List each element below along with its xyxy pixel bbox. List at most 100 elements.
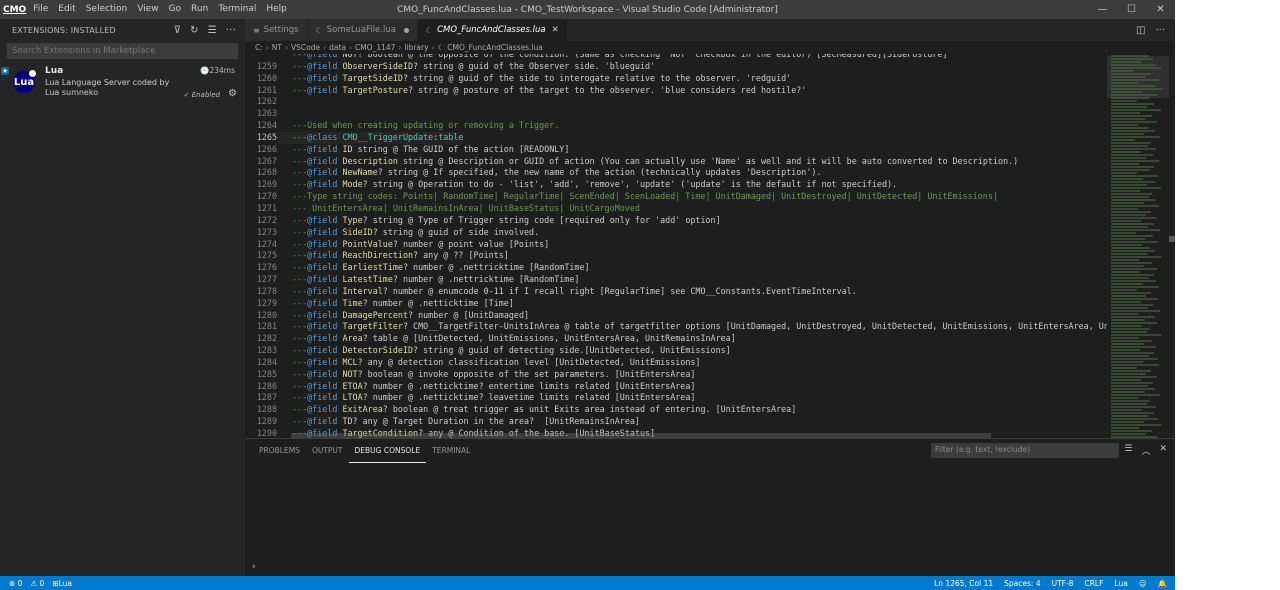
- code-line[interactable]: 1266 ---@field ID string @ The GUID of th…: [245, 144, 1107, 156]
- code-line[interactable]: 1269 ---@field Mode? string @ Operation t…: [245, 179, 1107, 191]
- code-line[interactable]: 1283 ---@field DetectorSideID? string @ g…: [245, 345, 1107, 357]
- tab-terminal[interactable]: TERMINAL: [426, 439, 476, 463]
- code-line[interactable]: ---@field NOT? boolean @ the opposite of…: [245, 54, 1107, 61]
- code-line[interactable]: 1263: [245, 108, 1107, 120]
- breadcrumb-item[interactable]: C:: [255, 43, 263, 52]
- more-actions-icon[interactable]: ···: [1155, 25, 1165, 36]
- tab-cmo-funcandclasses[interactable]: ☾ CMO_FuncAndClasses.lua ✕: [417, 19, 568, 41]
- refresh-icon[interactable]: ↻: [190, 25, 199, 36]
- code-token: ? number @ .nettricktime [RandomTime]: [392, 274, 580, 285]
- minimap-line: [1111, 73, 1151, 75]
- code-line[interactable]: 1276 ---@field EarliestTime? number @ .ne…: [245, 262, 1107, 274]
- code-line[interactable]: 1280 ---@field DamagePercent? number @ [U…: [245, 310, 1107, 322]
- code-line[interactable]: 1271 --- UnitEntersArea| UnitRemainsInAre…: [245, 203, 1107, 215]
- tab-debug-console[interactable]: DEBUG CONSOLE: [348, 439, 427, 463]
- menu-terminal[interactable]: Terminal: [213, 0, 261, 19]
- scrollbar-thumb[interactable]: [1169, 236, 1175, 242]
- code-line[interactable]: 1286 ---@field ETOA? number @ .netticktim…: [245, 381, 1107, 393]
- code-line[interactable]: 1260 ---@field TargetSideID? string @ gui…: [245, 73, 1107, 85]
- tab-somelua-file[interactable]: ☾ SomeLuaFile.lua: [307, 19, 418, 41]
- indentation-status[interactable]: Spaces: 4: [1004, 579, 1040, 588]
- code-line[interactable]: 1268 ---@field NewName? string @ If speci…: [245, 167, 1107, 179]
- language-mode[interactable]: Lua: [1114, 579, 1127, 588]
- cursor-position[interactable]: Ln 1265, Col 11: [934, 579, 993, 588]
- tab-problems[interactable]: PROBLEMS: [253, 439, 306, 463]
- language-server-status[interactable]: ⊞Lua: [52, 579, 72, 588]
- menu-edit[interactable]: Edit: [53, 0, 80, 19]
- code-line[interactable]: 1274 ---@field PointValue? number @ point…: [245, 239, 1107, 251]
- errors-status[interactable]: ⊗ 0: [9, 579, 22, 588]
- code-line[interactable]: 1289 ---@field TD? any @ Target Duration …: [245, 416, 1107, 428]
- code-editor[interactable]: ---@field NOT? boolean @ the opposite of…: [245, 54, 1175, 438]
- menu-file[interactable]: File: [28, 0, 53, 19]
- code-line[interactable]: 1264 ---Used when creating updating or re…: [245, 120, 1107, 132]
- menu-run[interactable]: Run: [186, 0, 213, 19]
- clear-console-icon[interactable]: ☰: [1124, 444, 1132, 457]
- eol-status[interactable]: CRLF: [1084, 579, 1103, 588]
- menu-selection[interactable]: Selection: [81, 0, 132, 19]
- menu-view[interactable]: View: [132, 0, 163, 19]
- filter-icon[interactable]: ⊽: [174, 25, 182, 36]
- code-line[interactable]: 1261 ---@field TargetPosture? string @ po…: [245, 85, 1107, 97]
- extensions-search-input[interactable]: [7, 43, 238, 59]
- tab-output[interactable]: OUTPUT: [306, 439, 349, 463]
- minimap-line: [1111, 355, 1149, 357]
- console-filter-input[interactable]: Filter (e.g. text, !exclude): [931, 443, 1119, 458]
- more-actions-icon[interactable]: ···: [226, 25, 236, 36]
- code-text: ---@field NOT? boolean @ invoke opposite…: [277, 369, 695, 381]
- warnings-status[interactable]: ⚠ 0: [30, 579, 44, 588]
- split-editor-icon[interactable]: ◫: [1136, 25, 1145, 36]
- menu-go[interactable]: Go: [164, 0, 186, 19]
- code-line[interactable]: 1259 ---@field ObserverSideID? string @ g…: [245, 61, 1107, 73]
- code-token: DetectorSideID: [342, 345, 414, 356]
- feedback-icon[interactable]: ☺: [1139, 579, 1147, 588]
- code-token: TargetSideID: [342, 72, 403, 83]
- close-window-button[interactable]: ✕: [1146, 0, 1175, 19]
- clear-icon[interactable]: ☰: [208, 25, 217, 36]
- minimize-button[interactable]: —: [1088, 0, 1117, 19]
- minimap-line: [1111, 271, 1140, 273]
- breadcrumb-item[interactable]: data: [329, 43, 346, 52]
- code-line[interactable]: 1270 ---Type string codes: Points| Random…: [245, 191, 1107, 203]
- code-line[interactable]: 1273 ---@field SideID? string @ guid of s…: [245, 227, 1107, 239]
- menu-help[interactable]: Help: [261, 0, 292, 19]
- code-token: ---: [292, 250, 308, 261]
- code-line[interactable]: 1281 ---@field TargetFilter? CMO__TargetF…: [245, 321, 1107, 333]
- tab-settings[interactable]: ≡ Settings: [245, 19, 308, 41]
- breadcrumb-item[interactable]: VSCode: [291, 43, 320, 52]
- vertical-scrollbar[interactable]: [1169, 54, 1175, 438]
- breadcrumb-item[interactable]: CMO_FuncAndClasses.lua: [447, 43, 543, 52]
- code-line[interactable]: 1287 ---@field LTOA? number @ .netticktim…: [245, 392, 1107, 404]
- code-line[interactable]: 1282 ---@field Area? table @ [UnitDetecte…: [245, 333, 1107, 345]
- minimap-line: [1111, 88, 1163, 90]
- code-token: ? string @ posture of the target to the …: [408, 84, 807, 95]
- minimap[interactable]: [1107, 54, 1169, 438]
- unsaved-dot-icon[interactable]: [403, 27, 409, 33]
- close-tab-icon[interactable]: ✕: [552, 25, 559, 35]
- code-line[interactable]: 1272 ---@field Type? string @ Type of Tri…: [245, 215, 1107, 227]
- code-line[interactable]: 1278 ---@field Interval? number @ enumcod…: [245, 286, 1107, 298]
- notifications-icon[interactable]: 🔔: [1158, 579, 1167, 588]
- extension-list-item[interactable]: ★ Lua Lua 🕒234ms Lua Language Server cod…: [0, 65, 245, 109]
- maximize-panel-icon[interactable]: ︿: [1141, 444, 1150, 457]
- code-line[interactable]: 1265 ---@class CMO__TriggerUpdate:table: [245, 132, 1107, 144]
- code-line[interactable]: 1277 ---@field LatestTime? number @ .nett…: [245, 274, 1107, 286]
- close-panel-icon[interactable]: ✕: [1159, 444, 1167, 457]
- breadcrumb-item[interactable]: CMO_1147: [355, 43, 395, 52]
- gear-icon[interactable]: ⚙: [228, 88, 237, 99]
- breadcrumb-item[interactable]: NT: [272, 43, 282, 52]
- line-number: 1259: [256, 60, 277, 71]
- breadcrumb-item[interactable]: library: [404, 43, 428, 52]
- code-line[interactable]: 1267 ---@field Description string @ Descr…: [245, 156, 1107, 168]
- maximize-button[interactable]: ☐: [1117, 0, 1146, 19]
- code-line[interactable]: 1279 ---@field Time? number @ .netticktim…: [245, 298, 1107, 310]
- app-logo[interactable]: CMO: [0, 5, 28, 15]
- code-line[interactable]: 1284 ---@field MCL? any @ detection class…: [245, 357, 1107, 369]
- console-prompt-icon[interactable]: ›: [252, 562, 256, 572]
- encoding-status[interactable]: UTF-8: [1052, 579, 1074, 588]
- code-line[interactable]: 1262: [245, 96, 1107, 108]
- code-line[interactable]: 1275 ---@field ReachDirection? any @ ?? […: [245, 250, 1107, 262]
- code-line[interactable]: 1285 ---@field NOT? boolean @ invoke oppo…: [245, 369, 1107, 381]
- code-line[interactable]: 1288 ---@field ExitArea? boolean @ treat …: [245, 404, 1107, 416]
